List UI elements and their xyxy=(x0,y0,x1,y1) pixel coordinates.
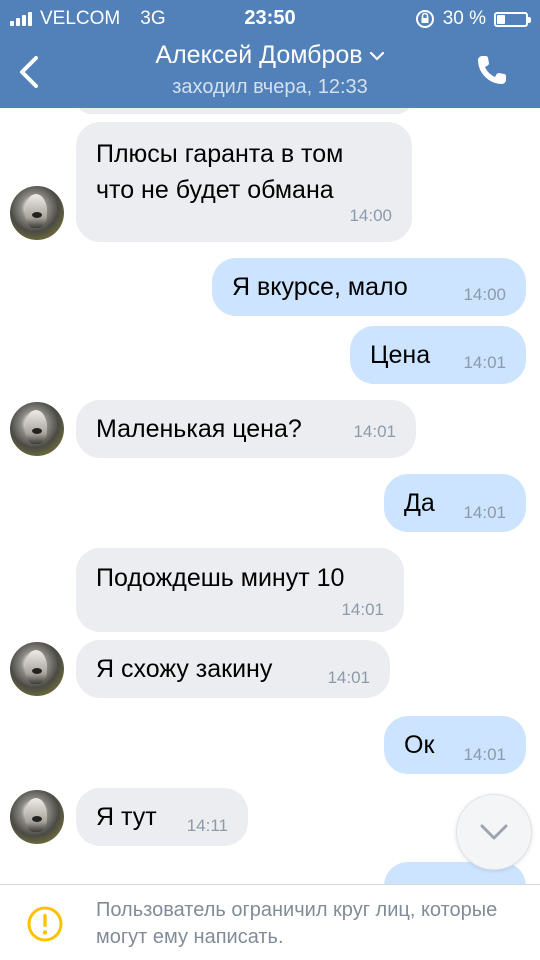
avatar[interactable] xyxy=(10,186,64,240)
message-text: Я тут xyxy=(96,803,157,831)
chevron-down-icon xyxy=(480,824,508,840)
avatar[interactable] xyxy=(10,790,64,844)
battery-info: 30 % xyxy=(415,8,531,30)
message-list[interactable]: Плюсы гаранта в том что не будет обмана … xyxy=(0,108,540,884)
contact-name[interactable]: Алексей Домбров xyxy=(155,41,362,69)
restriction-notice: Пользователь ограничил круг лиц, которые… xyxy=(96,899,498,948)
message-bubble[interactable]: Я вкурсе, мало 14:00 xyxy=(212,258,526,316)
orientation-lock-icon xyxy=(415,10,434,28)
chat-header: VELCOM 3G 23:50 30 % Алексей Домбров зах… xyxy=(0,0,540,108)
message-bubble[interactable]: Я схожу закину 14:01 xyxy=(76,640,390,698)
message-time: 14:00 xyxy=(463,285,506,304)
message-time: 14:11 xyxy=(186,816,228,835)
message-bubble[interactable]: Да 14:01 xyxy=(384,474,526,532)
message-bubble[interactable]: Цена 14:01 xyxy=(350,326,526,384)
message-time: 14:01 xyxy=(327,668,370,687)
message-bubble[interactable]: Я тут 14:11 xyxy=(76,788,248,846)
message-text: Маленькая цена? xyxy=(96,415,302,443)
warning-icon xyxy=(27,906,63,942)
battery-icon xyxy=(494,11,531,27)
scroll-down-button[interactable] xyxy=(456,794,532,870)
message-bubble[interactable]: Подождешь минут 10 14:01 xyxy=(76,548,404,632)
message-bubble[interactable]: Ок 14:01 xyxy=(384,716,526,774)
message-time: 14:01 xyxy=(353,422,396,441)
restriction-notice-bar: Пользователь ограничил круг лиц, которые… xyxy=(0,884,540,960)
contact-info[interactable]: Алексей Домбров заходил вчера, 12:33 xyxy=(0,40,540,99)
message-text: Цена xyxy=(370,341,431,369)
avatar[interactable] xyxy=(10,402,64,456)
message-text: Подождешь минут 10 xyxy=(96,564,345,592)
battery-fill xyxy=(497,14,505,24)
message-bubble-partial xyxy=(76,108,412,114)
message-time: 14:01 xyxy=(463,503,506,522)
message-text: Да xyxy=(404,489,435,517)
message-time: 14:00 xyxy=(349,206,392,225)
chevron-down-icon[interactable] xyxy=(369,50,385,62)
message-time: 14:01 xyxy=(463,353,506,372)
battery-percent: 30 % xyxy=(442,8,486,29)
message-bubble[interactable]: Плюсы гаранта в том что не будет обмана … xyxy=(76,122,412,242)
last-seen: заходил вчера, 12:33 xyxy=(172,76,368,98)
phone-icon[interactable] xyxy=(474,52,510,88)
status-bar: VELCOM 3G 23:50 30 % xyxy=(0,0,540,36)
message-time: 14:01 xyxy=(341,600,384,619)
message-time: 14:01 xyxy=(463,745,506,764)
avatar[interactable] xyxy=(10,642,64,696)
message-text: Плюсы гаранта в том что не будет обмана xyxy=(96,140,344,204)
message-bubble[interactable]: Маленькая цена? 14:01 xyxy=(76,400,416,458)
message-text: Ок xyxy=(404,731,435,759)
message-text: Я схожу закину xyxy=(96,655,273,683)
message-text: Я вкурсе, мало xyxy=(232,273,408,301)
